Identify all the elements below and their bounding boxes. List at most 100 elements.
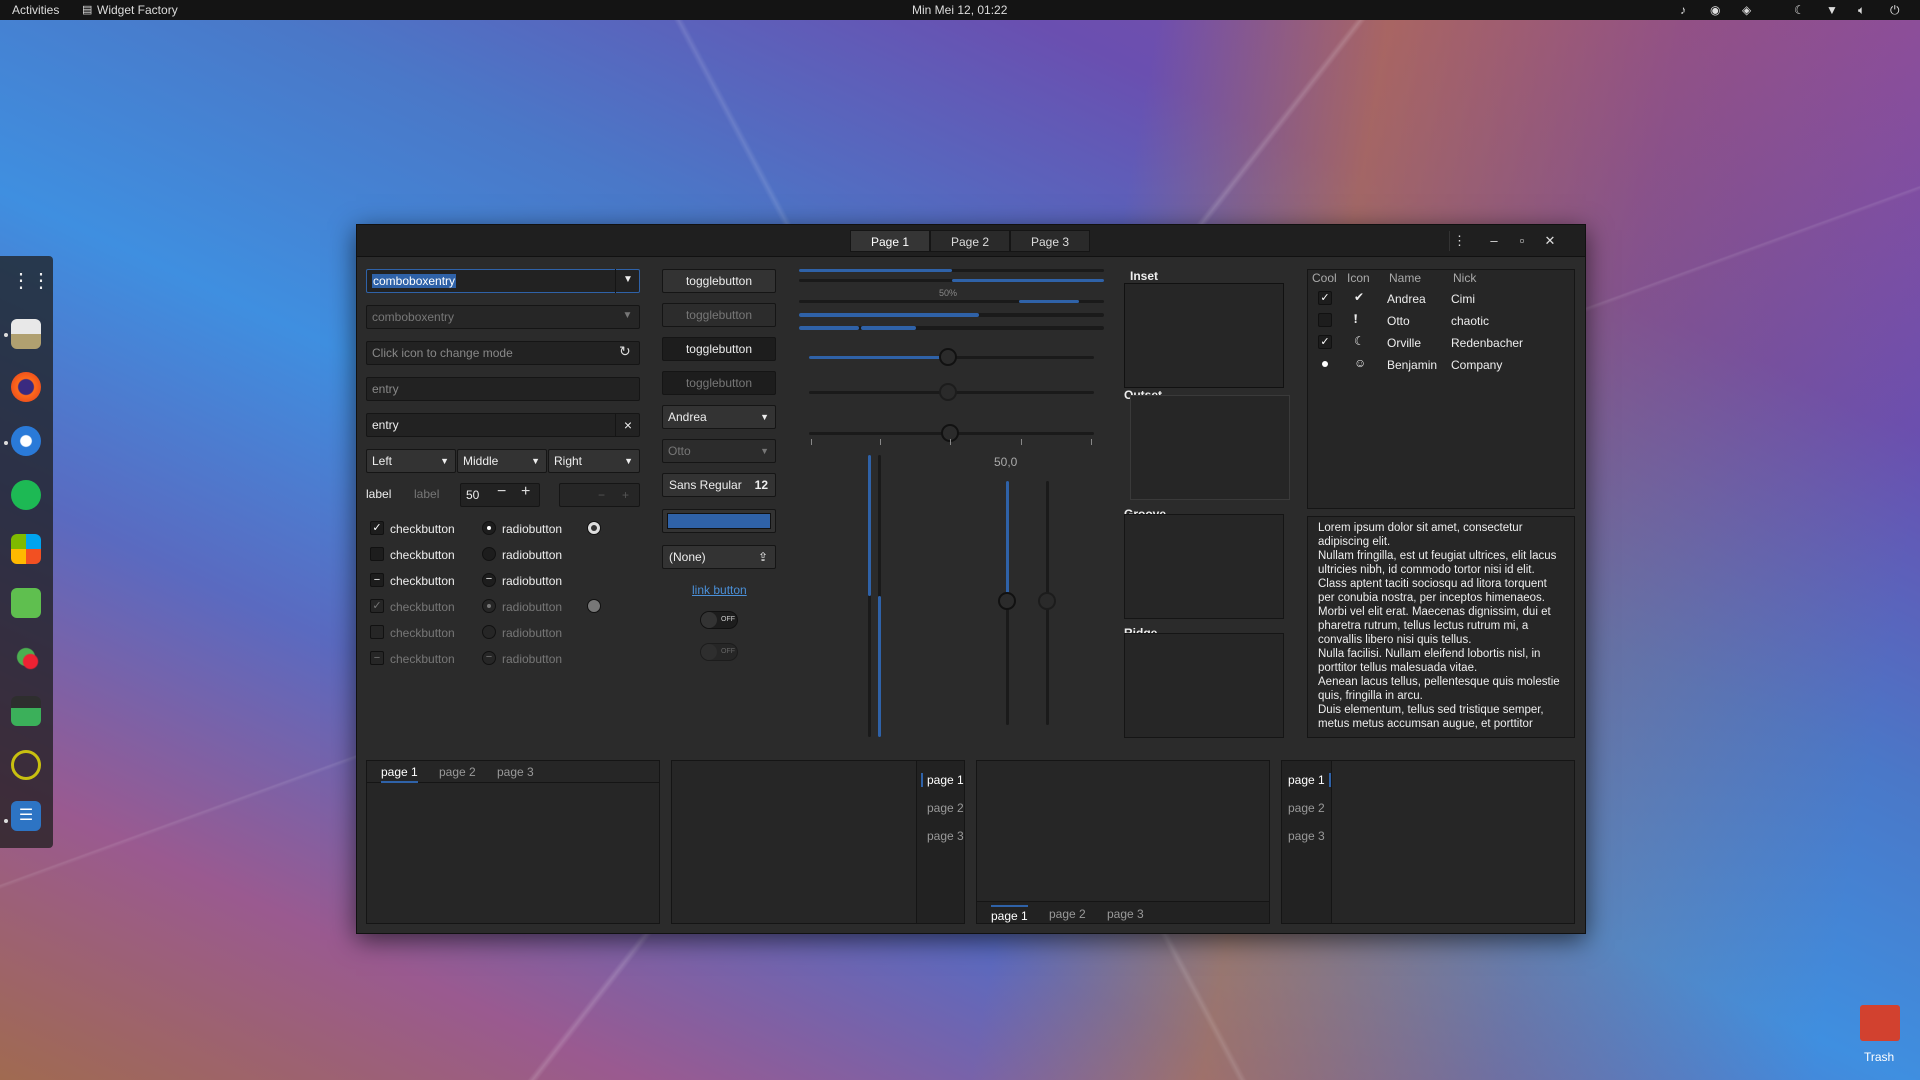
notebook-right-tab-2[interactable]: page 2 (927, 801, 964, 815)
tree-row-2-cool[interactable] (1318, 313, 1332, 327)
minimize-button[interactable]: – (1484, 231, 1504, 251)
tab-page-1[interactable]: Page 1 (850, 230, 930, 252)
tree-row-4-radio[interactable] (1322, 361, 1328, 367)
togglebutton[interactable]: togglebutton (662, 269, 776, 293)
radiobutton-checked[interactable] (482, 521, 496, 535)
tree-row-3-nick[interactable]: Redenbacher (1451, 336, 1523, 350)
notebook-bottom-tab-3[interactable]: page 3 (1107, 907, 1144, 921)
notebook-top-tab-3[interactable]: page 3 (497, 765, 534, 779)
tree-row-1-name[interactable]: Andrea (1387, 292, 1426, 306)
frame-inset-label: Inset (1130, 269, 1159, 283)
trash-icon[interactable] (1860, 1005, 1900, 1041)
android-icon[interactable] (11, 588, 41, 618)
col-icon[interactable]: Icon (1347, 271, 1370, 285)
radiobutton-inconsistent[interactable]: − (482, 573, 496, 587)
color-button[interactable] (662, 509, 776, 533)
menu-button[interactable]: ⋮ (1449, 231, 1469, 251)
notebook-bottom-tab-2[interactable]: page 2 (1049, 907, 1086, 921)
folder-icon[interactable] (11, 696, 41, 726)
col-cool[interactable]: Cool (1312, 271, 1337, 285)
notebook-left-tab-3[interactable]: page 3 (1288, 829, 1325, 843)
checkbutton-inconsistent[interactable]: − (370, 573, 384, 587)
combobox-entry-disabled: comboboxentry (366, 305, 640, 329)
activities-button[interactable]: Activities (12, 3, 59, 17)
volume-icon[interactable]: 🔈︎ (1858, 3, 1865, 18)
font-button[interactable]: Sans Regular 12 (662, 473, 776, 497)
togglebutton-active-disabled: togglebutton (662, 371, 776, 395)
notebook-bottom-tab-1[interactable]: page 1 (991, 905, 1028, 923)
notebook-top: page 1 page 2 page 3 (366, 760, 660, 924)
scale-1-knob[interactable] (939, 348, 957, 366)
file-chooser-button[interactable]: (None) ⇪ (662, 545, 776, 569)
widget-factory-icon[interactable]: ☰ (11, 801, 41, 831)
progress-bar-2 (799, 279, 1104, 282)
apps-grid-icon[interactable]: ⋮⋮ (11, 266, 51, 296)
tree-row-1-cool[interactable]: ✓ (1318, 291, 1332, 305)
power-icon[interactable]: ⏻ (1890, 3, 1900, 18)
entry-placeholder[interactable]: entry (366, 377, 640, 401)
refresh-icon[interactable]: ↻ (619, 343, 631, 360)
combobox-entry-active[interactable]: comboboxentry (366, 269, 640, 293)
files-icon[interactable] (11, 319, 41, 349)
label: label (366, 487, 392, 501)
maximize-button[interactable]: ▫ (1512, 231, 1532, 251)
upload-icon: ⇪ (757, 550, 768, 564)
spin-plus-icon[interactable]: + (521, 483, 530, 501)
store-icon[interactable] (11, 534, 41, 564)
tray-app-icon[interactable]: ◈ (1742, 3, 1751, 17)
close-button[interactable]: ✕ (1540, 231, 1560, 251)
spin-minus-icon[interactable]: − (497, 483, 506, 501)
spotify-icon[interactable] (11, 480, 41, 510)
togglebutton-active[interactable]: togglebutton (662, 337, 776, 361)
frame-inset (1124, 283, 1284, 388)
col-name[interactable]: Name (1389, 271, 1421, 285)
combo-right[interactable]: Right ▼ (548, 449, 640, 473)
progress-bar-4 (799, 313, 1104, 317)
combo-andrea[interactable]: Andrea ▼ (662, 405, 776, 429)
podcast-icon[interactable] (11, 750, 41, 780)
vertical-scale-1-knob[interactable] (998, 592, 1016, 610)
notebook-top-tab-1[interactable]: page 1 (381, 765, 418, 783)
tree-row-4-name[interactable]: Benjamin (1387, 358, 1437, 372)
night-light-icon[interactable]: ☾ (1794, 3, 1805, 17)
radiobutton-unchecked[interactable] (482, 547, 496, 561)
notebook-left-tab-1[interactable]: page 1 (1288, 773, 1331, 787)
notebook-top-tab-2[interactable]: page 2 (439, 765, 476, 779)
app-menu-button[interactable]: Widget Factory (97, 3, 178, 17)
firefox-icon[interactable] (11, 372, 41, 402)
telegram-icon[interactable]: ◉ (1710, 3, 1720, 17)
combo-left[interactable]: Left ▼ (366, 449, 456, 473)
combo-dropdown-icon[interactable]: ▼ (615, 269, 640, 293)
col-nick[interactable]: Nick (1453, 271, 1476, 285)
music-player-icon[interactable] (11, 426, 41, 456)
tree-row-1-nick[interactable]: Cimi (1451, 292, 1475, 306)
settings-app-icon[interactable] (11, 642, 41, 672)
frame-groove (1124, 514, 1284, 619)
notebook-left-tab-2[interactable]: page 2 (1288, 801, 1325, 815)
mode-entry[interactable]: Click icon to change mode (366, 341, 640, 365)
tree-row-3-name[interactable]: Orville (1387, 336, 1421, 350)
notebook-right-tab-1[interactable]: page 1 (921, 773, 964, 787)
spin-button-disabled: − + (559, 483, 640, 507)
checkbutton-unchecked[interactable] (370, 547, 384, 561)
tree-row-2-name[interactable]: Otto (1387, 314, 1410, 328)
trash-label: Trash (1864, 1050, 1895, 1064)
wifi-icon[interactable]: ▼ (1826, 3, 1838, 17)
tree-row-3-cool[interactable]: ✓ (1318, 335, 1332, 349)
tab-page-2[interactable]: Page 2 (930, 230, 1010, 252)
clock[interactable]: Min Mei 12, 01:22 (912, 3, 1007, 17)
notebook-right-tab-3[interactable]: page 3 (927, 829, 964, 843)
entry-field[interactable]: entry (366, 413, 640, 437)
tree-row-2-nick[interactable]: chaotic (1451, 314, 1489, 328)
music-icon[interactable]: ♪ (1680, 3, 1686, 17)
switch-off[interactable]: OFF (700, 611, 738, 629)
checkbutton-checked[interactable]: ✓ (370, 521, 384, 535)
link-button[interactable]: link button (692, 583, 747, 597)
clear-icon[interactable]: × (615, 413, 640, 437)
combo-middle[interactable]: Middle ▼ (457, 449, 547, 473)
tree-view (1307, 269, 1575, 509)
tab-page-3[interactable]: Page 3 (1010, 230, 1090, 252)
radio-standalone[interactable] (587, 521, 601, 535)
tree-row-4-nick[interactable]: Company (1451, 358, 1502, 372)
text-view[interactable]: Lorem ipsum dolor sit amet, consectetur … (1307, 516, 1575, 738)
